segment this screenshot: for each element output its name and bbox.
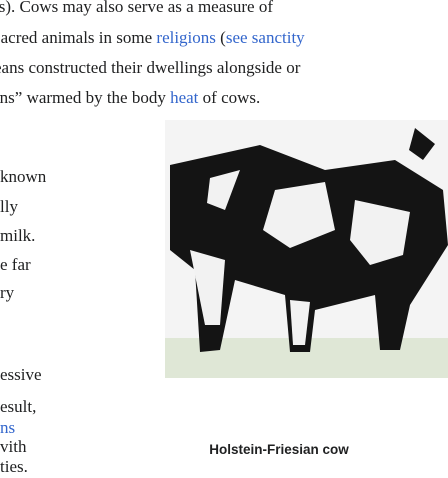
text-line: ts). Cows may also serve as a measure of (0, 0, 274, 16)
religions-link[interactable]: religions (156, 28, 216, 47)
text-span: sacred animals in some (0, 28, 157, 47)
text-fragment: ry (0, 283, 15, 302)
text-line: rns” warmed by the body heat of cows. (0, 87, 260, 109)
text-fragment: esult, (0, 397, 37, 416)
figure-caption: Holstein-Friesian cow (209, 442, 349, 457)
text-fragment: known (0, 167, 47, 186)
text-fragment: ties. (0, 457, 28, 476)
figure-holstein-cow: Holstein-Friesian cow (165, 120, 448, 457)
heat-link[interactable]: heat (170, 88, 198, 107)
sanctity-link[interactable]: see sanctity (226, 28, 305, 47)
text-line: eans constructed their dwellings alongsi… (0, 58, 301, 77)
text-fragment: milk. (0, 226, 36, 245)
cow-photo[interactable] (165, 120, 448, 378)
text-span: rns” warmed by the body (0, 88, 171, 107)
text-line: sacred animals in some religions (see sa… (0, 27, 305, 49)
text-span: ( (215, 28, 226, 47)
text-fragment: vith (0, 437, 27, 456)
text-fragment: essive (0, 365, 42, 384)
text-fragment: e far (0, 255, 31, 274)
text-fragment: lly (0, 197, 18, 216)
text-span: of cows. (198, 88, 261, 107)
